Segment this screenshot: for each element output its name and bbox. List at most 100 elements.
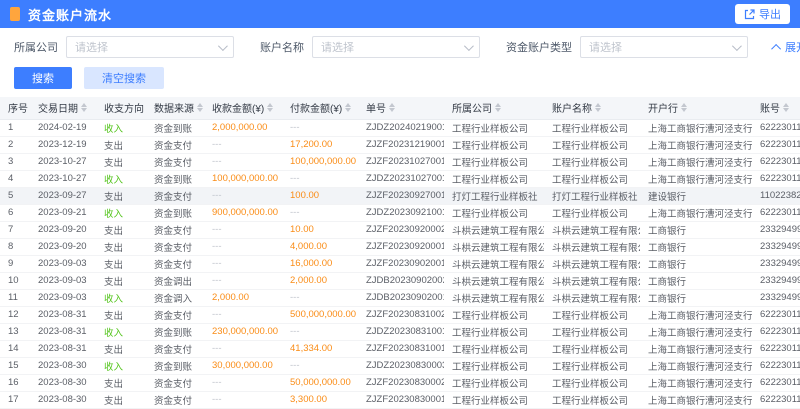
sort-icon[interactable]: [345, 103, 351, 112]
cell-company: 工程行业样板公司: [444, 374, 544, 391]
column-label: 收款金额(¥): [212, 104, 264, 115]
cell-source: 资金到账: [146, 170, 204, 187]
cell-account-no: 62223011: [752, 323, 800, 340]
sort-icon[interactable]: [197, 103, 203, 112]
expand-filters-link[interactable]: 展开筛选: [774, 39, 800, 55]
cell-date: 2023-09-03: [30, 272, 96, 289]
cell-bank: 上海工商银行漕河泾支行: [640, 153, 752, 170]
cell-account-no: 23329499: [752, 221, 800, 238]
cell-direction: 收入: [96, 357, 146, 374]
chevron-up-icon: [771, 43, 781, 53]
cell-account-no: 23329499: [752, 289, 800, 306]
sort-icon[interactable]: [81, 103, 87, 112]
cell-receipt-amount: ---: [204, 374, 282, 391]
cell-payment-amount: 4,000.00: [282, 238, 358, 255]
column-header-payment-amount[interactable]: 付款金额(¥): [282, 97, 358, 119]
cell-bank: 上海工商银行漕河泾支行: [640, 374, 752, 391]
cell-date: 2023-09-20: [30, 221, 96, 238]
table-row: 122023-08-31支出资金支付---500,000,000.00ZJZF2…: [0, 306, 800, 323]
cell-date: 2023-09-27: [30, 187, 96, 204]
cell-payment-amount: ---: [282, 289, 358, 306]
clear-search-button[interactable]: 清空搜索: [84, 67, 164, 89]
column-header-date[interactable]: 交易日期: [30, 97, 96, 119]
cell-account-name: 斗栱云建筑工程有限公司: [544, 289, 640, 306]
cell-bank: 上海工商银行漕河泾支行: [640, 204, 752, 221]
cell-date: 2024-02-19: [30, 119, 96, 136]
cell-direction: 支出: [96, 306, 146, 323]
cell-order-no: ZJZF20230830001: [358, 391, 444, 408]
column-header-company[interactable]: 所属公司: [444, 97, 544, 119]
cell-receipt-amount: ---: [204, 153, 282, 170]
table-row: 32023-10-27支出资金支付---100,000,000.00ZJZF20…: [0, 153, 800, 170]
cell-date: 2023-08-30: [30, 391, 96, 408]
filter-group-company: 所属公司 请选择: [14, 36, 234, 58]
sort-icon[interactable]: [495, 103, 501, 112]
table-row: 152023-08-30收入资金到账30,000,000.00---ZJDZ20…: [0, 357, 800, 374]
table-row: 142023-08-31支出资金支付---41,334.00ZJZF202308…: [0, 340, 800, 357]
cell-account-name: 工程行业样板公司: [544, 306, 640, 323]
cell-date: 2023-09-20: [30, 238, 96, 255]
column-header-account-name[interactable]: 账户名称: [544, 97, 640, 119]
filter-group-account-type: 资金账户类型 请选择: [506, 36, 748, 58]
cell-receipt-amount: 100,000,000.00: [204, 170, 282, 187]
cell-order-no: ZJZF20230831002: [358, 306, 444, 323]
column-header-account-no[interactable]: 账号: [752, 97, 800, 119]
account-name-select[interactable]: 请选择: [312, 36, 480, 58]
cell-order-no: ZJDZ20230830003: [358, 357, 444, 374]
sort-icon[interactable]: [783, 103, 789, 112]
cell-account-no: 62223011: [752, 153, 800, 170]
cell-account-no: 62223011: [752, 306, 800, 323]
cell-date: 2023-09-03: [30, 289, 96, 306]
account-type-select[interactable]: 请选择: [580, 36, 748, 58]
cell-payment-amount: 41,334.00: [282, 340, 358, 357]
cell-company: 斗栱云建筑工程有限公司: [444, 238, 544, 255]
sort-icon[interactable]: [681, 103, 687, 112]
cell-source: 资金支付: [146, 153, 204, 170]
column-header-order-no[interactable]: 单号: [358, 97, 444, 119]
sort-icon[interactable]: [267, 103, 273, 112]
cell-source: 资金调入: [146, 289, 204, 306]
search-button[interactable]: 搜索: [14, 67, 72, 89]
cell-date: 2023-08-31: [30, 340, 96, 357]
column-header-direction[interactable]: 收支方向: [96, 97, 146, 119]
cell-order-no: ZJZF20230927001: [358, 187, 444, 204]
sort-icon[interactable]: [389, 103, 395, 112]
cell-direction: 支出: [96, 187, 146, 204]
table-row: 132023-08-31收入资金到账230,000,000.00---ZJDZ2…: [0, 323, 800, 340]
cell-source: 资金支付: [146, 306, 204, 323]
table-row: 52023-09-27支出资金支付---100.00ZJZF2023092700…: [0, 187, 800, 204]
table-row: 172023-08-30支出资金支付---3,300.00ZJZF2023083…: [0, 391, 800, 408]
cell-date: 2023-08-30: [30, 374, 96, 391]
cell-account-no: 23329499: [752, 238, 800, 255]
cell-payment-amount: ---: [282, 119, 358, 136]
table-row: 112023-09-03收入资金调入2,000.00---ZJDB2023090…: [0, 289, 800, 306]
cell-payment-amount: 500,000,000.00: [282, 306, 358, 323]
column-header-receipt-amount[interactable]: 收款金额(¥): [204, 97, 282, 119]
cell-source: 资金支付: [146, 391, 204, 408]
sort-icon[interactable]: [595, 103, 601, 112]
cell-order-no: ZJZF20230920002: [358, 221, 444, 238]
column-header-bank[interactable]: 开户行: [640, 97, 752, 119]
cell-account-no: 62223011: [752, 357, 800, 374]
cell-receipt-amount: ---: [204, 255, 282, 272]
cell-source: 资金支付: [146, 136, 204, 153]
flow-table-container: 序号交易日期收支方向数据来源收款金额(¥) 付款金额(¥)单号所属公司账户名称开户…: [0, 97, 800, 409]
company-select[interactable]: 请选择: [66, 36, 234, 58]
cell-receipt-amount: ---: [204, 136, 282, 153]
column-header-source[interactable]: 数据来源: [146, 97, 204, 119]
cell-order-no: ZJDB20230902002: [358, 272, 444, 289]
flow-table: 序号交易日期收支方向数据来源收款金额(¥) 付款金额(¥)单号所属公司账户名称开户…: [0, 97, 800, 409]
cell-payment-amount: 16,000.00: [282, 255, 358, 272]
cell-receipt-amount: ---: [204, 238, 282, 255]
cell-date: 2023-08-31: [30, 306, 96, 323]
cell-order-no: ZJDZ20230831001: [358, 323, 444, 340]
column-header-index: 序号: [0, 97, 30, 119]
cell-account-name: 工程行业样板公司: [544, 340, 640, 357]
table-row: 72023-09-20支出资金支付---10.00ZJZF20230920002…: [0, 221, 800, 238]
cell-company: 工程行业样板公司: [444, 323, 544, 340]
cell-receipt-amount: 900,000,000.00: [204, 204, 282, 221]
cell-direction: 支出: [96, 221, 146, 238]
export-button[interactable]: 导出: [735, 4, 790, 24]
table-body: 12024-02-19收入资金到账2,000,000.00---ZJDZ2024…: [0, 119, 800, 408]
cell-date: 2023-08-31: [30, 323, 96, 340]
